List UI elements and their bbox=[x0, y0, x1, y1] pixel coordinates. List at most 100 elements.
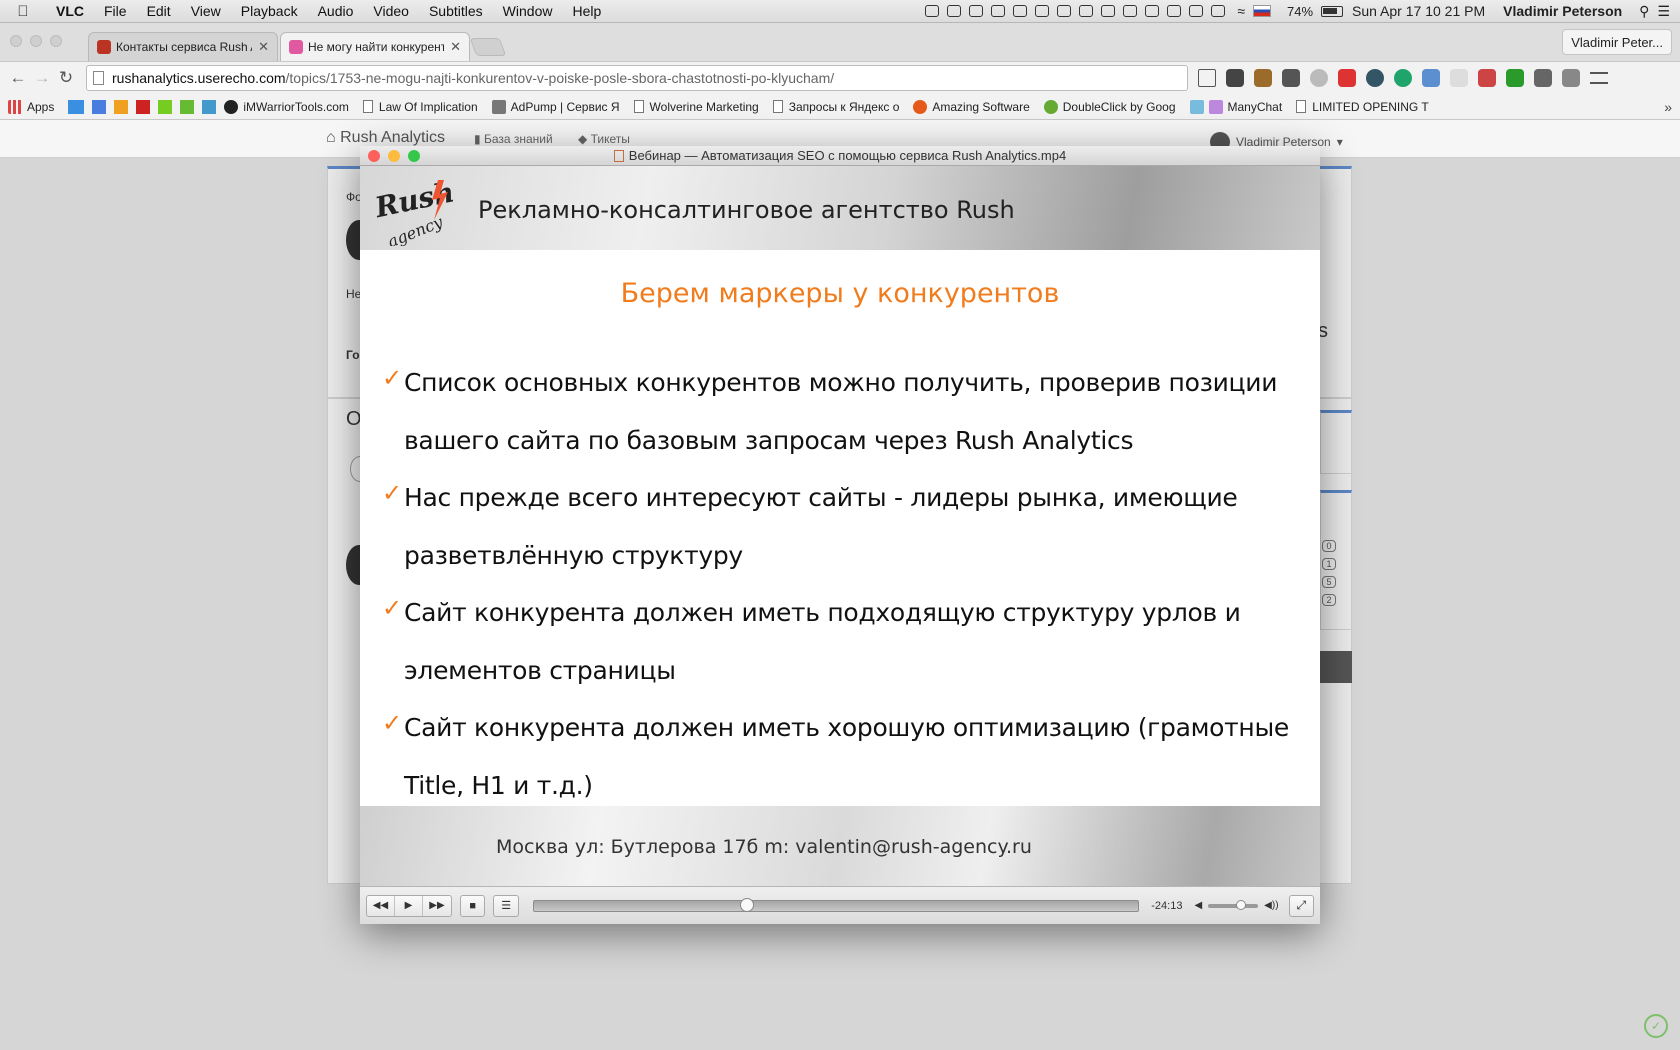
extension-icon[interactable] bbox=[1534, 69, 1552, 87]
tray-app-icon[interactable] bbox=[1101, 5, 1116, 17]
close-icon[interactable] bbox=[368, 150, 380, 162]
apple-menu-icon[interactable]:  bbox=[0, 3, 46, 20]
bookmark-icon[interactable] bbox=[114, 99, 129, 114]
tab-close-icon[interactable]: ✕ bbox=[450, 39, 461, 55]
tray-app-icon[interactable] bbox=[1167, 5, 1182, 17]
grammarly-icon[interactable] bbox=[1394, 69, 1412, 87]
bookmark-icon[interactable] bbox=[202, 99, 217, 114]
seek-knob[interactable] bbox=[740, 897, 755, 912]
bookmark-icon[interactable] bbox=[180, 99, 195, 114]
menu-app-vlc[interactable]: VLC bbox=[46, 3, 94, 19]
extension-icon[interactable] bbox=[1422, 69, 1440, 87]
minimize-icon[interactable] bbox=[388, 150, 400, 162]
tray-app-icon[interactable] bbox=[1145, 5, 1160, 17]
translate-icon[interactable] bbox=[92, 99, 107, 114]
bookmark-adpump[interactable]: AdPump | Сервис Я bbox=[491, 99, 620, 114]
video-frame[interactable]: Rush agency Рекламно-консалтинговое аген… bbox=[360, 166, 1320, 886]
volume-slider[interactable] bbox=[1208, 899, 1259, 910]
volume-max-icon[interactable]: ◀)) bbox=[1264, 900, 1278, 911]
menu-view[interactable]: View bbox=[181, 3, 231, 19]
tab-contacts[interactable]: Контакты сервиса Rush A ✕ bbox=[88, 32, 278, 61]
battery-icon[interactable] bbox=[1321, 5, 1344, 17]
tray-app-icon[interactable] bbox=[991, 5, 1006, 17]
tray-app-icon[interactable] bbox=[1035, 5, 1050, 17]
nav-tickets[interactable]: ◆ Тикеты bbox=[578, 132, 630, 146]
tab-topic[interactable]: Не могу найти конкурент ✕ bbox=[280, 32, 470, 61]
pocket-icon[interactable] bbox=[1282, 69, 1300, 87]
bookmark-limited-opening[interactable]: LIMITED OPENING T bbox=[1296, 100, 1429, 114]
bookmark-icon[interactable] bbox=[158, 99, 173, 114]
bookmark-star-icon[interactable] bbox=[1198, 69, 1216, 87]
fullscreen-icon[interactable]: ⤢ bbox=[1288, 894, 1314, 917]
input-flag-icon[interactable] bbox=[1253, 5, 1271, 17]
extension-icon[interactable] bbox=[1366, 69, 1384, 87]
vlc-titlebar[interactable]: Вебинар — Автоматизация SEO с помощью се… bbox=[360, 146, 1320, 166]
tray-app-icon[interactable] bbox=[925, 5, 940, 17]
menu-help[interactable]: Help bbox=[562, 3, 611, 19]
menu-playback[interactable]: Playback bbox=[231, 3, 308, 19]
tray-app-icon[interactable] bbox=[1211, 5, 1226, 17]
volume-mute-icon[interactable]: ◀ bbox=[1194, 900, 1202, 911]
stop-icon[interactable]: ■ bbox=[460, 894, 486, 917]
bookmark-amazing-software[interactable]: Amazing Software bbox=[913, 99, 1030, 114]
extension-icon[interactable] bbox=[1450, 69, 1468, 87]
tray-app-icon[interactable] bbox=[1079, 5, 1094, 17]
menu-user[interactable]: Vladimir Peterson bbox=[1503, 3, 1622, 19]
wifi-icon[interactable]: ≈ bbox=[1237, 3, 1245, 19]
minimize-icon[interactable] bbox=[30, 35, 42, 47]
profile-button[interactable]: Vladimir Peter... bbox=[1562, 29, 1672, 55]
bookmark-icon[interactable] bbox=[136, 99, 151, 114]
address-bar[interactable]: rushanalytics.userecho.com /topics/1753-… bbox=[86, 65, 1188, 91]
extension-icon[interactable] bbox=[1478, 69, 1496, 87]
bookmark-law-of-implication[interactable]: Law Of Implication bbox=[362, 100, 478, 114]
new-tab-button[interactable] bbox=[469, 38, 507, 56]
bookmark-manychat[interactable]: ManyChat bbox=[1189, 99, 1282, 114]
tray-app-icon[interactable] bbox=[969, 5, 984, 17]
menu-edit[interactable]: Edit bbox=[137, 3, 181, 19]
menu-clock[interactable]: Sun Apr 17 10 21 PM bbox=[1352, 3, 1485, 19]
tray-app-icon[interactable] bbox=[947, 5, 962, 17]
tray-app-icon[interactable] bbox=[1013, 5, 1028, 17]
close-icon[interactable] bbox=[10, 35, 22, 47]
bookmark-doubleclick[interactable]: DoubleClick by Goog bbox=[1043, 99, 1176, 114]
bookmark-imwarrior[interactable]: iMWarriorTools.com bbox=[224, 99, 349, 114]
extension-icon[interactable] bbox=[1310, 69, 1328, 87]
menu-subtitles[interactable]: Subtitles bbox=[419, 3, 493, 19]
fast-forward-icon[interactable]: ▶▶ bbox=[423, 896, 451, 916]
reload-icon[interactable]: ↻ bbox=[54, 68, 78, 88]
back-icon[interactable]: ← bbox=[6, 68, 30, 88]
bookmark-wolverine[interactable]: Wolverine Marketing bbox=[633, 100, 759, 114]
zoom-icon[interactable] bbox=[50, 35, 62, 47]
notification-center-icon[interactable]: ☰ bbox=[1657, 3, 1670, 20]
nav-knowledge-base[interactable]: ▮ База знаний bbox=[474, 132, 553, 146]
play-icon[interactable]: ▶ bbox=[395, 895, 423, 916]
menu-audio[interactable]: Audio bbox=[308, 3, 364, 19]
drive-icon[interactable] bbox=[68, 99, 85, 114]
tray-app-icon[interactable] bbox=[1057, 5, 1072, 17]
playlist-icon[interactable]: ☰ bbox=[493, 894, 519, 917]
rewind-icon[interactable]: ◀◀ bbox=[367, 895, 395, 916]
extension-icon[interactable] bbox=[1562, 69, 1580, 87]
bookmark-apps[interactable]: Apps bbox=[8, 99, 54, 114]
bookmark-yandex-queries[interactable]: Запросы к Яндекс о bbox=[772, 100, 899, 114]
extension-icon[interactable] bbox=[1254, 69, 1272, 87]
menu-window[interactable]: Window bbox=[493, 3, 563, 19]
tray-app-icon[interactable] bbox=[1123, 5, 1138, 17]
volume-knob[interactable] bbox=[1236, 899, 1247, 910]
dark-button[interactable] bbox=[1320, 651, 1352, 683]
spotlight-icon[interactable]: ⚲ bbox=[1639, 3, 1649, 20]
download-icon[interactable] bbox=[1506, 69, 1524, 87]
menu-video[interactable]: Video bbox=[363, 3, 419, 19]
forward-icon[interactable]: → bbox=[30, 68, 54, 88]
extension-icon[interactable] bbox=[1226, 69, 1244, 87]
tray-app-icon[interactable] bbox=[1189, 5, 1204, 17]
bookmarks-overflow-icon[interactable]: » bbox=[1664, 99, 1672, 115]
menu-icon[interactable] bbox=[1590, 72, 1608, 84]
tab-close-icon[interactable]: ✕ bbox=[258, 39, 269, 55]
zoom-icon[interactable] bbox=[408, 150, 420, 162]
shield-icon[interactable]: ✓ bbox=[1644, 1014, 1668, 1038]
menu-file[interactable]: File bbox=[94, 3, 137, 19]
site-brand[interactable]: ⌂ Rush Analytics bbox=[326, 129, 445, 147]
extension-icon[interactable] bbox=[1338, 69, 1356, 87]
seek-bar[interactable] bbox=[532, 897, 1140, 912]
